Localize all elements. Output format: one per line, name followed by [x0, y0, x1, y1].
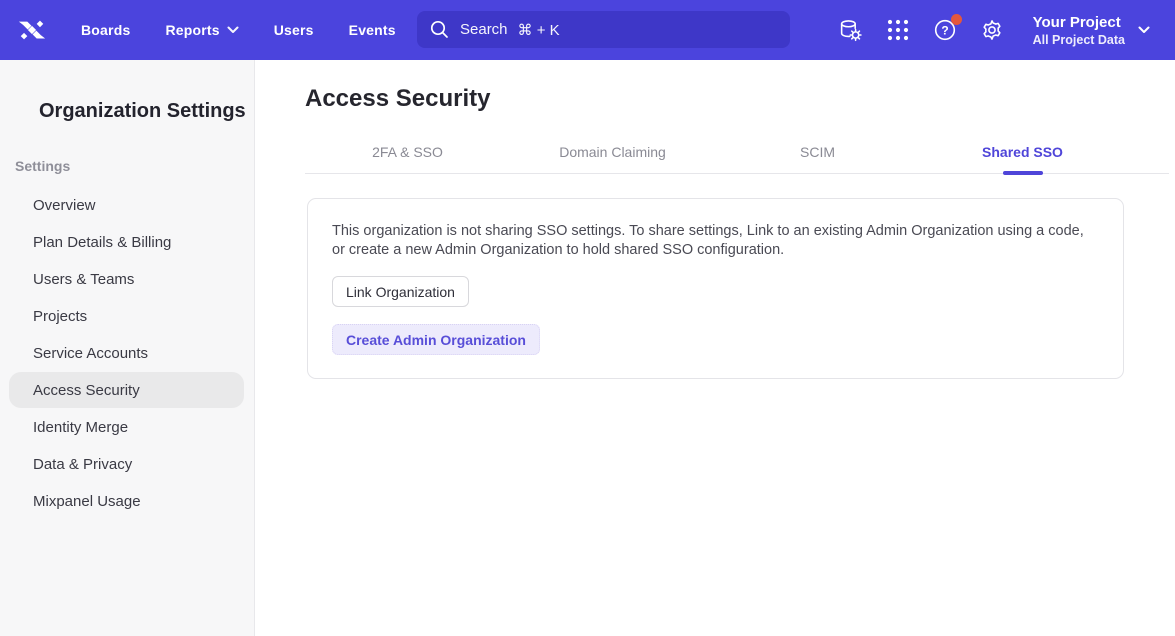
nav-item-label: Events: [349, 22, 396, 38]
topbar: Boards Reports Users Events Search ⌘ + K ? …: [0, 0, 1175, 60]
sidebar-item-label: Projects: [33, 308, 87, 325]
sidebar-section-label: Settings: [15, 158, 254, 174]
sidebar: Organization Settings Settings Overview P…: [0, 60, 255, 636]
main-content: Access Security 2FA & SSO Domain Claiming…: [256, 60, 1175, 636]
sidebar-item-label: Mixpanel Usage: [33, 493, 141, 510]
settings-gear-icon[interactable]: [979, 17, 1005, 43]
active-tab-underline: [1003, 171, 1043, 175]
tab-scim[interactable]: SCIM: [715, 131, 920, 173]
card-actions: Link Organization Create Admin Organizati…: [332, 260, 1099, 355]
sidebar-item-label: Plan Details & Billing: [33, 234, 171, 251]
project-name: Your Project: [1033, 14, 1125, 32]
tab-label: 2FA & SSO: [372, 144, 443, 160]
sidebar-item-service-accounts[interactable]: Service Accounts: [9, 335, 244, 371]
sidebar-nav: Overview Plan Details & Billing Users & Te…: [0, 187, 254, 519]
tab-label: Domain Claiming: [559, 144, 666, 160]
sidebar-item-access-security[interactable]: Access Security: [9, 372, 244, 408]
link-organization-button[interactable]: Link Organization: [332, 276, 469, 307]
sidebar-item-label: Data & Privacy: [33, 456, 132, 473]
sidebar-item-data-privacy[interactable]: Data & Privacy: [9, 446, 244, 482]
search-icon: [430, 20, 449, 39]
card-action-row: Create Admin Organization: [332, 307, 1099, 355]
nav-item-label: Users: [274, 22, 314, 38]
nav-item-label: Reports: [165, 22, 219, 38]
sidebar-item-overview[interactable]: Overview: [9, 187, 244, 223]
nav-item-boards[interactable]: Boards: [81, 22, 130, 38]
nav-item-events[interactable]: Events: [349, 22, 396, 38]
sidebar-item-projects[interactable]: Projects: [9, 298, 244, 334]
chevron-down-icon: [227, 26, 239, 34]
tab-label: SCIM: [800, 144, 835, 160]
topbar-right: ? Your Project All Project Data: [838, 0, 1175, 60]
sidebar-item-identity-merge[interactable]: Identity Merge: [9, 409, 244, 445]
shared-sso-description: This organization is not sharing SSO set…: [332, 222, 1094, 260]
project-scope: All Project Data: [1033, 33, 1125, 47]
sidebar-item-mixpanel-usage[interactable]: Mixpanel Usage: [9, 483, 244, 519]
sidebar-item-label: Access Security: [33, 382, 140, 399]
tab-shared-sso[interactable]: Shared SSO: [920, 131, 1125, 173]
svg-text:?: ?: [941, 23, 948, 37]
search-input[interactable]: Search ⌘ + K: [417, 11, 790, 48]
help-icon[interactable]: ?: [932, 17, 958, 43]
page-title: Access Security: [305, 84, 1175, 113]
search-label: Search: [460, 21, 508, 38]
sidebar-item-plan-details-billing[interactable]: Plan Details & Billing: [9, 224, 244, 260]
data-management-icon[interactable]: [838, 17, 864, 43]
tab-2fa-sso[interactable]: 2FA & SSO: [305, 131, 510, 173]
shared-sso-card: This organization is not sharing SSO set…: [307, 198, 1124, 379]
project-switcher[interactable]: Your Project All Project Data: [1033, 14, 1150, 47]
sidebar-item-label: Identity Merge: [33, 419, 128, 436]
tab-domain-claiming[interactable]: Domain Claiming: [510, 131, 715, 173]
sidebar-title: Organization Settings: [39, 100, 254, 123]
sidebar-item-label: Service Accounts: [33, 345, 148, 362]
chevron-down-icon: [1138, 26, 1150, 34]
apps-grid-icon[interactable]: [885, 17, 911, 43]
notification-badge: [951, 14, 962, 25]
tabs-wrap: 2FA & SSO Domain Claiming SCIM Shared SSO: [305, 131, 1169, 174]
nav-item-users[interactable]: Users: [274, 22, 314, 38]
create-admin-organization-button[interactable]: Create Admin Organization: [332, 324, 540, 355]
sidebar-item-users-teams[interactable]: Users & Teams: [9, 261, 244, 297]
topbar-icons: ?: [838, 17, 1005, 43]
mixpanel-logo-icon[interactable]: [17, 15, 47, 45]
topbar-nav: Boards Reports Users Events: [81, 22, 396, 38]
nav-item-label: Boards: [81, 22, 130, 38]
nav-item-reports[interactable]: Reports: [165, 22, 238, 38]
card-action-row: Link Organization: [332, 260, 1099, 307]
tabs: 2FA & SSO Domain Claiming SCIM Shared SSO: [305, 131, 1125, 173]
tab-label: Shared SSO: [982, 144, 1063, 160]
project-switcher-text: Your Project All Project Data: [1033, 14, 1125, 47]
sidebar-item-label: Users & Teams: [33, 271, 134, 288]
sidebar-item-label: Overview: [33, 197, 96, 214]
search-shortcut: ⌘ + K: [518, 21, 560, 39]
